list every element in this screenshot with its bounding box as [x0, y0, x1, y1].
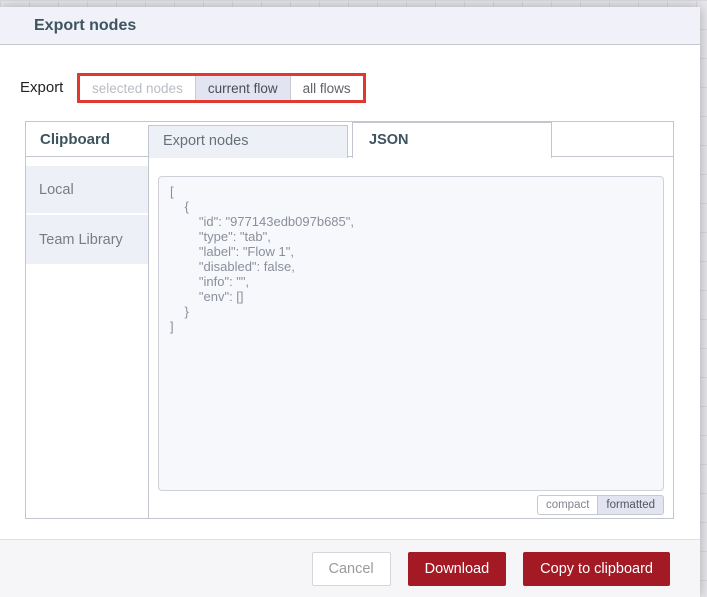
dialog-header: Export nodes	[0, 7, 700, 45]
sidebar-item-team-library[interactable]: Team Library	[26, 215, 148, 264]
format-toggle: compact formatted	[536, 495, 664, 515]
tab-json[interactable]: JSON	[352, 122, 552, 158]
copy-to-clipboard-button[interactable]: Copy to clipboard	[523, 551, 670, 586]
library-sidebar: Local Team Library	[26, 158, 149, 518]
json-code-editor[interactable]: [ { "id": "977143edb097b685", "type": "t…	[158, 176, 664, 491]
export-scope-annotation-highlight: selected nodes current flow all flows	[77, 73, 366, 103]
download-button[interactable]: Download	[407, 551, 507, 586]
all-flows-button[interactable]: all flows	[289, 76, 363, 100]
dialog-title: Export nodes	[34, 17, 137, 34]
export-nodes-dialog: Export nodes Export selected nodes curre…	[0, 7, 700, 597]
sidebar-item-local[interactable]: Local	[26, 166, 148, 213]
clipboard-header: Clipboard	[40, 131, 110, 148]
library-panel: Clipboard Export nodes JSON Local Team L…	[25, 121, 674, 519]
dialog-footer: Cancel Download Copy to clipboard	[0, 539, 700, 597]
formatted-button[interactable]: formatted	[598, 495, 664, 515]
library-tabs-row: Clipboard Export nodes JSON	[26, 122, 673, 158]
current-flow-button[interactable]: current flow	[194, 76, 290, 100]
selected-nodes-button[interactable]: selected nodes	[80, 76, 195, 100]
library-content: [ { "id": "977143edb097b685", "type": "t…	[149, 158, 673, 518]
compact-button[interactable]: compact	[536, 495, 599, 515]
export-scope-label: Export	[20, 79, 64, 96]
cancel-button[interactable]: Cancel	[311, 551, 391, 586]
tab-export-nodes[interactable]: Export nodes	[148, 125, 348, 158]
